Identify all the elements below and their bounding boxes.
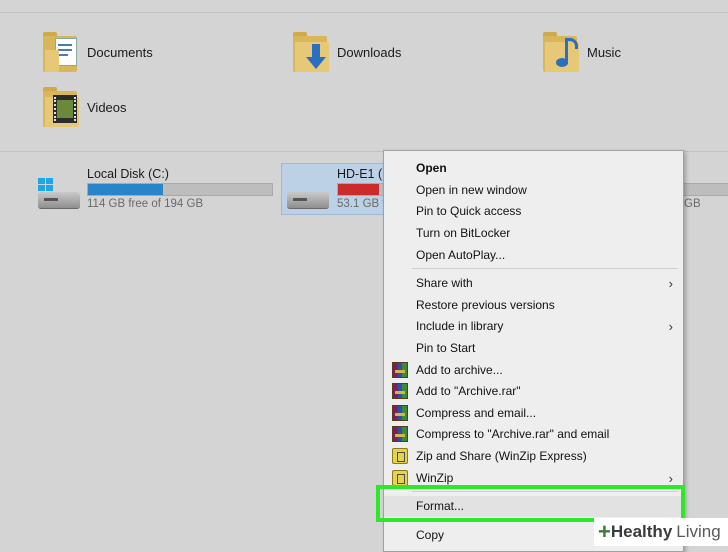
drive-usage-bar — [337, 183, 385, 196]
drive-e-bar — [682, 183, 728, 196]
drive-usage-fill — [88, 184, 164, 195]
menu-item-label: Zip and Share (WinZip Express) — [416, 449, 587, 463]
drive-free-space: GB — [684, 198, 701, 210]
menu-item-label: Open in new window — [416, 183, 527, 197]
menu-item-label: Turn on BitLocker — [416, 226, 511, 240]
winzip-icon — [392, 448, 408, 464]
chevron-right-icon: › — [668, 319, 673, 334]
menu-item-label: Include in library — [416, 319, 504, 333]
format-highlight-box — [376, 485, 685, 522]
menu-item-label: Share with — [416, 276, 473, 290]
winzip-icon — [392, 470, 408, 486]
menu-item-open[interactable]: Open — [384, 158, 683, 179]
menu-separator — [412, 268, 678, 269]
downloads-icon — [293, 32, 329, 72]
menu-item-label: Copy — [416, 528, 445, 542]
hard-drive-icon — [38, 192, 80, 208]
watermark-logo: + Healthy Living — [594, 518, 728, 546]
top-divider — [0, 12, 728, 13]
folder-videos[interactable]: Videos — [43, 87, 127, 127]
menu-item-open-autoplay[interactable]: Open AutoPlay... — [384, 245, 683, 266]
folder-music[interactable]: Music — [543, 32, 621, 72]
folder-label: Videos — [87, 99, 127, 115]
music-icon — [543, 32, 579, 72]
menu-item-label: Add to "Archive.rar" — [416, 384, 521, 398]
menu-item-label: WinZip — [416, 471, 454, 485]
watermark-word1: Healthy — [610, 522, 673, 541]
menu-item-label: Compress and email... — [416, 406, 537, 420]
hard-drive-icon — [287, 192, 329, 208]
folder-label: Downloads — [337, 44, 402, 60]
drive-usage-fill — [338, 184, 380, 195]
folder-documents[interactable]: Documents — [43, 32, 153, 72]
folder-downloads[interactable]: Downloads — [293, 32, 401, 72]
menu-item-open-in-new-window[interactable]: Open in new window — [384, 180, 683, 201]
documents-icon — [43, 32, 79, 72]
drive-name: Local Disk (C:) — [87, 167, 169, 181]
menu-item-turn-on-bitlocker[interactable]: Turn on BitLocker — [384, 223, 683, 244]
menu-item-add-to-archive-rar[interactable]: Add to "Archive.rar" — [384, 381, 683, 402]
menu-item-add-to-archive[interactable]: Add to archive... — [384, 360, 683, 381]
winrar-icon — [392, 405, 408, 421]
winrar-icon — [392, 362, 408, 378]
menu-item-label: Pin to Quick access — [416, 204, 522, 218]
menu-item-label: Restore previous versions — [416, 298, 555, 312]
winrar-icon — [392, 426, 408, 442]
drive-free-space: 114 GB free of 194 GB — [87, 198, 204, 210]
folder-label: Documents — [87, 44, 153, 60]
menu-item-zip-and-share-winzip-express[interactable]: Zip and Share (WinZip Express) — [384, 446, 683, 467]
menu-item-compress-and-email[interactable]: Compress and email... — [384, 403, 683, 424]
menu-item-label: Open AutoPlay... — [416, 248, 506, 262]
menu-item-share-with[interactable]: Share with › — [384, 273, 683, 294]
windows-logo-icon — [38, 178, 54, 192]
menu-item-pin-to-quick-access[interactable]: Pin to Quick access — [384, 201, 683, 222]
folder-label: Music — [587, 44, 621, 60]
menu-item-restore-previous-versions[interactable]: Restore previous versions — [384, 295, 683, 316]
menu-item-label: Pin to Start — [416, 341, 476, 355]
drive-free-space: 53.1 GB f — [337, 198, 386, 210]
menu-item-label: Compress to "Archive.rar" and email — [416, 427, 610, 441]
menu-item-pin-to-start[interactable]: Pin to Start — [384, 338, 683, 359]
watermark-word2: Living — [676, 522, 721, 541]
menu-item-label: Open — [416, 161, 447, 175]
menu-item-include-in-library[interactable]: Include in library › — [384, 316, 683, 337]
chevron-right-icon: › — [668, 276, 673, 291]
chevron-right-icon: › — [668, 471, 673, 486]
menu-item-compress-to-archive-rar-and-email[interactable]: Compress to "Archive.rar" and email — [384, 424, 683, 445]
menu-item-label: Add to archive... — [416, 363, 503, 377]
drive-usage-bar — [87, 183, 273, 196]
winrar-icon — [392, 383, 408, 399]
plus-icon: + — [598, 519, 611, 544]
videos-icon — [43, 87, 79, 127]
